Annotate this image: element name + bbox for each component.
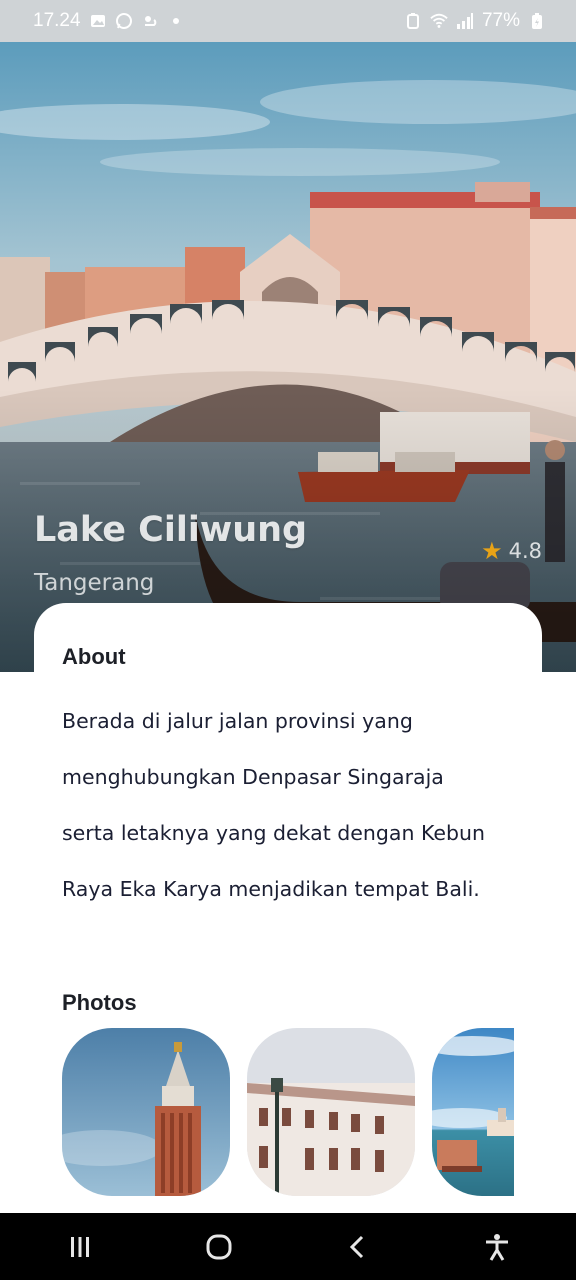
photo-thumbnail[interactable] [247,1028,415,1196]
signal-icon [456,12,474,30]
rating-value: 4.8 [508,539,542,563]
rating: ★ 4.8 [481,539,542,563]
bell-tower-photo [62,1028,230,1196]
whatsapp-icon [115,12,133,30]
status-bar: 17.24 77% [0,0,576,42]
gallery-icon [89,12,107,30]
place-location: Tangerang [34,570,155,596]
photo-thumbnail[interactable] [62,1028,230,1196]
recent-apps-icon[interactable] [50,1217,110,1277]
place-title: Lake Ciliwung [34,510,308,550]
hero-image: Lake Ciliwung Tangerang ★ 4.8 [0,42,576,672]
dot-icon [167,12,185,30]
about-heading: About [62,644,126,669]
weather-icon [141,12,159,30]
home-icon[interactable] [189,1217,249,1277]
photo-thumbnail[interactable] [432,1028,514,1196]
photos-heading: Photos [62,990,137,1015]
photos-carousel[interactable] [62,1028,514,1196]
wifi-icon [430,12,448,30]
battery-icon [528,12,546,30]
status-time: 17.24 [33,10,81,31]
navigation-bar [0,1213,576,1280]
building-photo [247,1028,415,1196]
accessibility-icon[interactable] [467,1217,527,1277]
venice-canal-photo [432,1028,514,1196]
battery-percent: 77% [481,10,520,31]
about-text: Berada di jalur jalan provinsi yang meng… [62,709,486,901]
star-icon: ★ [481,537,503,565]
battery-saver-icon [404,12,422,30]
back-icon[interactable] [328,1217,388,1277]
